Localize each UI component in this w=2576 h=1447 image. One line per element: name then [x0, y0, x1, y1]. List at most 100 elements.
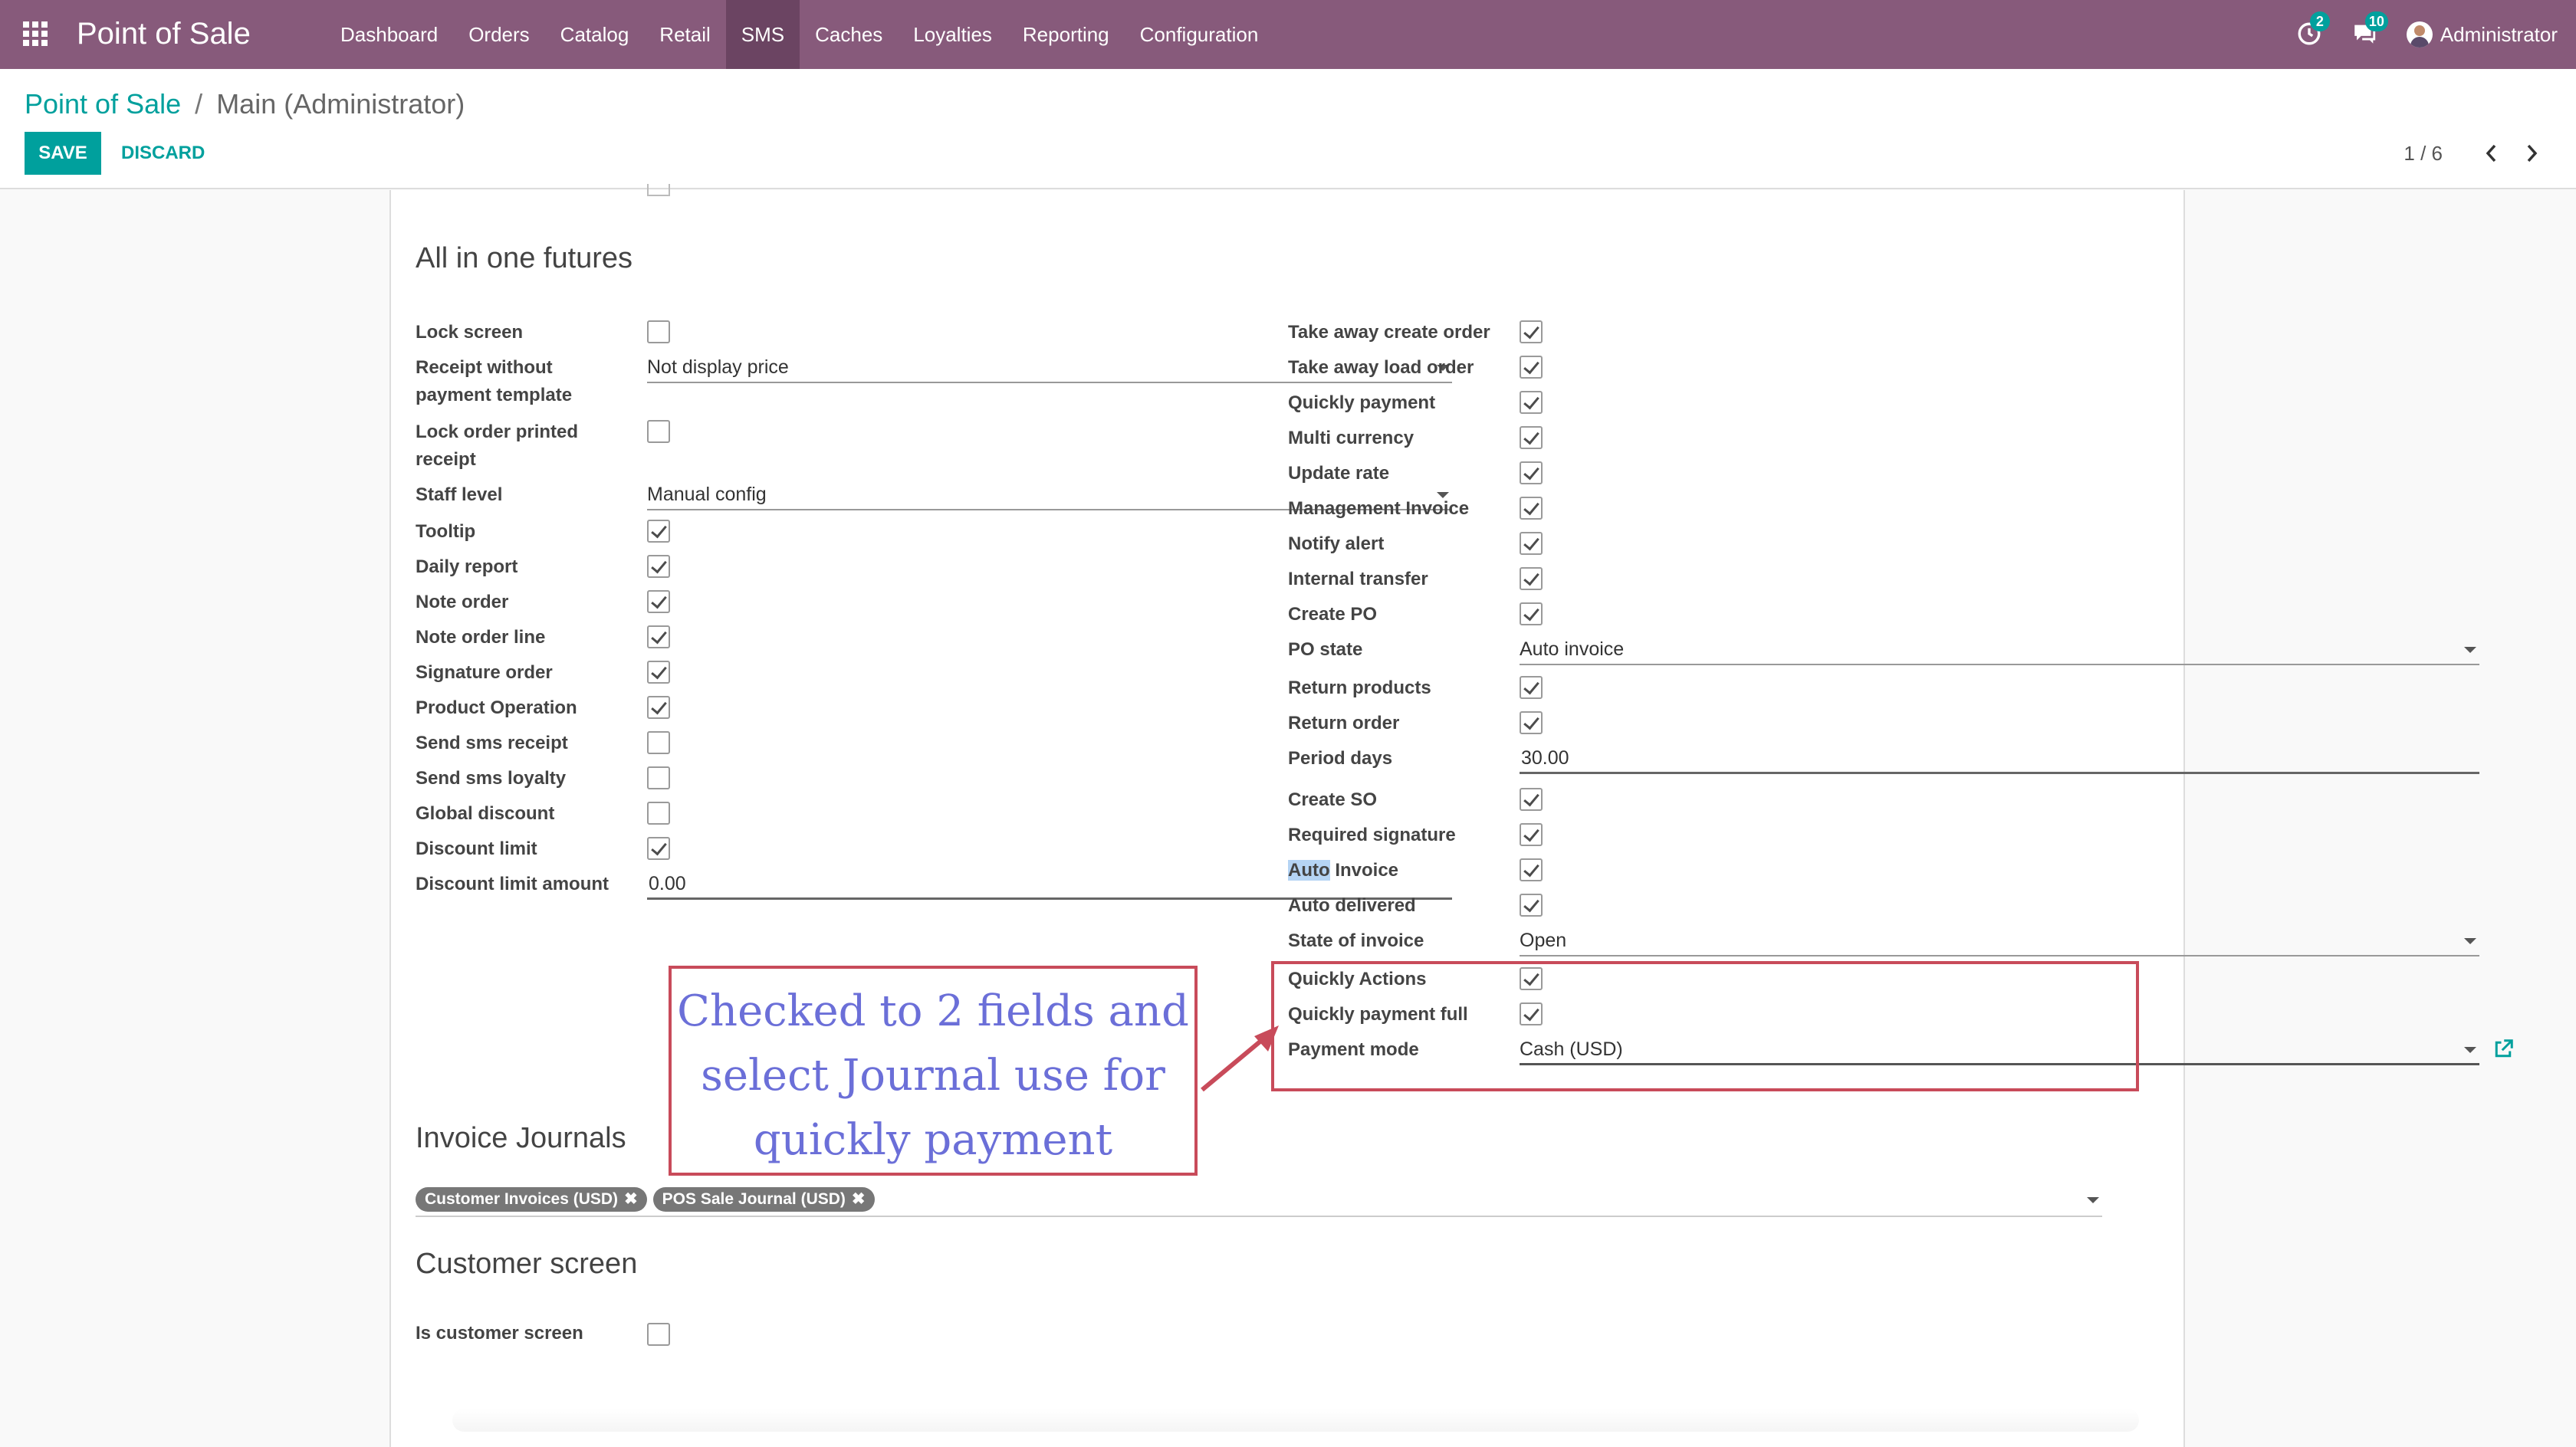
checkbox-notify-alert[interactable]	[1520, 532, 1543, 555]
checkbox-create-po[interactable]	[1520, 602, 1543, 625]
save-button[interactable]: SAVE	[25, 132, 101, 175]
checkbox-create-so[interactable]	[1520, 788, 1543, 811]
checkbox-multi-currency[interactable]	[1520, 426, 1543, 449]
field-label-signature-order: Signature order	[416, 662, 553, 683]
external-link-icon[interactable]	[2492, 1038, 2515, 1061]
tag-pos-sale-journal: POS Sale Journal (USD) ✖	[652, 1187, 875, 1212]
messages-button[interactable]: 10	[2351, 11, 2388, 48]
field-label-return-products: Return products	[1288, 678, 1431, 698]
annotation-line: select Journal use for	[701, 1051, 1165, 1101]
checkbox-auto-delivered[interactable]	[1520, 894, 1543, 917]
field-label-staff-level: Staff level	[416, 484, 503, 505]
pager-value[interactable]: 1 / 6	[2404, 142, 2443, 166]
field-label-send-sms-loyalty: Send sms loyalty	[416, 768, 567, 789]
breadcrumb-root[interactable]: Point of Sale	[25, 88, 181, 120]
field-label-update-rate: Update rate	[1288, 463, 1390, 484]
checkbox-internal-transfer[interactable]	[1520, 567, 1543, 590]
menu-dashboard[interactable]: Dashboard	[325, 0, 453, 69]
select-po-state[interactable]: Auto invoice	[1520, 635, 2479, 665]
field-label-create-po: Create PO	[1288, 604, 1378, 625]
invoice-journals-field[interactable]: Customer Invoices (USD) ✖ POS Sale Journa…	[416, 1183, 2102, 1217]
checkbox-lock-order-printed-receipt[interactable]	[647, 420, 670, 443]
menu-orders[interactable]: Orders	[453, 0, 544, 69]
avatar	[2406, 21, 2433, 48]
checkbox-tooltip[interactable]	[647, 520, 670, 543]
menu-loyalties[interactable]: Loyalties	[898, 0, 1007, 69]
input-period-days[interactable]: 30.00	[1520, 743, 2479, 774]
field-label-daily-report: Daily report	[416, 556, 518, 577]
annotation-line: Checked to 2 fields and	[677, 986, 1189, 1036]
breadcrumb: Point of Sale / Main (Administrator)	[25, 84, 465, 124]
chevron-down-icon	[2464, 647, 2476, 653]
activity-button[interactable]: 2	[2296, 11, 2330, 48]
checkbox-daily-report[interactable]	[647, 555, 670, 578]
field-label-send-sms-receipt: Send sms receipt	[416, 733, 568, 753]
menu-catalog[interactable]: Catalog	[545, 0, 645, 69]
pager: 1 / 6	[2404, 136, 2545, 170]
field-label-create-so: Create SO	[1288, 789, 1378, 810]
field-label-po-state: PO state	[1288, 639, 1363, 660]
checkbox-send-sms-loyalty[interactable]	[647, 766, 670, 789]
tag-customer-invoices: Customer Invoices (USD) ✖	[416, 1187, 647, 1212]
select-value: Manual config	[647, 484, 767, 505]
menu-sms[interactable]: SMS	[725, 0, 800, 69]
checkbox-note-order[interactable]	[647, 590, 670, 613]
chevron-down-icon[interactable]	[2087, 1197, 2099, 1203]
field-label-state-of-invoice: State of invoice	[1288, 930, 1424, 951]
field-label-product-operation: Product Operation	[416, 697, 577, 718]
checkbox-lock-screen[interactable]	[647, 320, 670, 343]
systray: 2 10 Administrator	[2296, 0, 2558, 69]
field-label-lock-screen: Lock screen	[416, 322, 524, 343]
checkbox-auto-invoice[interactable]	[1520, 858, 1543, 881]
breadcrumb-separator: /	[195, 88, 203, 120]
checkbox-signature-order[interactable]	[647, 661, 670, 684]
select-value: Auto invoice	[1520, 638, 1625, 660]
close-icon[interactable]: ✖	[852, 1190, 866, 1208]
checkbox-is-customer-screen[interactable]	[647, 1323, 670, 1346]
checkbox-global-discount[interactable]	[647, 802, 670, 825]
annotation-note: Checked to 2 fields and select Journal u…	[669, 966, 1198, 1176]
checkbox-note-order-line[interactable]	[647, 625, 670, 648]
tag-label: Customer Invoices (USD)	[425, 1190, 619, 1208]
checkbox-management-invoice[interactable]	[1520, 497, 1543, 520]
menu-caches[interactable]: Caches	[800, 0, 898, 69]
checkbox-return-order[interactable]	[1520, 711, 1543, 734]
menu-reporting[interactable]: Reporting	[1007, 0, 1125, 69]
field-label-discount-limit-amount: Discount limit amount	[416, 874, 609, 894]
checkbox-product-operation[interactable]	[647, 696, 670, 719]
checkbox-update-rate[interactable]	[1520, 461, 1543, 484]
apps-grid-icon[interactable]	[23, 21, 51, 46]
activity-badge: 2	[2309, 11, 2330, 31]
form-sheet: All in one futures Invoice Journals Cust…	[389, 184, 2513, 1447]
chevron-left-icon	[2486, 144, 2496, 162]
section-all-in-one-futures: All in one futures	[416, 242, 633, 274]
app-title[interactable]: Point of Sale	[77, 12, 251, 55]
user-menu[interactable]: Administrator	[2406, 21, 2558, 48]
partially-hidden-checkbox[interactable]	[647, 184, 670, 196]
annotation-arrow	[1201, 1025, 1279, 1092]
field-label-global-discount: Global discount	[416, 803, 555, 824]
checkbox-quickly-payment[interactable]	[1520, 391, 1543, 414]
chevron-down-icon	[2464, 938, 2476, 944]
checkbox-return-products[interactable]	[1520, 676, 1543, 699]
field-label-period-days: Period days	[1288, 748, 1393, 769]
main-navbar: Point of Sale Dashboard Orders Catalog R…	[0, 0, 2576, 69]
checkbox-take-away-load-order[interactable]	[1520, 356, 1543, 379]
field-label-required-signature: Required signature	[1288, 825, 1456, 845]
discard-button[interactable]: DISCARD	[115, 132, 211, 175]
checkbox-send-sms-receipt[interactable]	[647, 731, 670, 754]
field-label-note-order-line: Note order line	[416, 627, 546, 648]
menu-configuration[interactable]: Configuration	[1125, 0, 1274, 69]
checkbox-discount-limit[interactable]	[647, 837, 670, 860]
checkbox-take-away-create-order[interactable]	[1520, 320, 1543, 343]
field-label-note-order: Note order	[416, 592, 509, 612]
messages-badge: 10	[2364, 11, 2388, 31]
select-state-of-invoice[interactable]: Open	[1520, 926, 2479, 956]
pager-next-button[interactable]	[2518, 136, 2545, 170]
pager-previous-button[interactable]	[2478, 136, 2505, 170]
checkbox-required-signature[interactable]	[1520, 823, 1543, 846]
field-label-multi-currency: Multi currency	[1288, 428, 1414, 448]
close-icon[interactable]: ✖	[624, 1190, 638, 1208]
menu-retail[interactable]: Retail	[644, 0, 725, 69]
field-label-take-away-load-order: Take away load order	[1288, 357, 1474, 378]
